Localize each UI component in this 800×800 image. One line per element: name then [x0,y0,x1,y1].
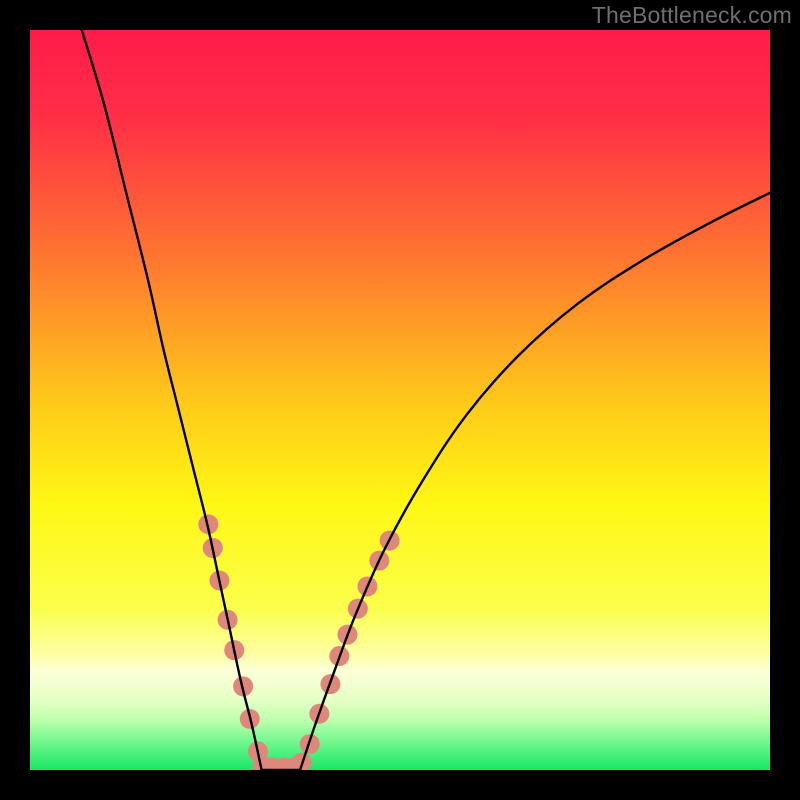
outer-frame: TheBottleneck.com [0,0,800,800]
v-curve [82,30,770,770]
watermark-text: TheBottleneck.com [592,2,792,29]
marker-group [198,514,399,770]
plot-area [30,30,770,770]
chart-svg [30,30,770,770]
